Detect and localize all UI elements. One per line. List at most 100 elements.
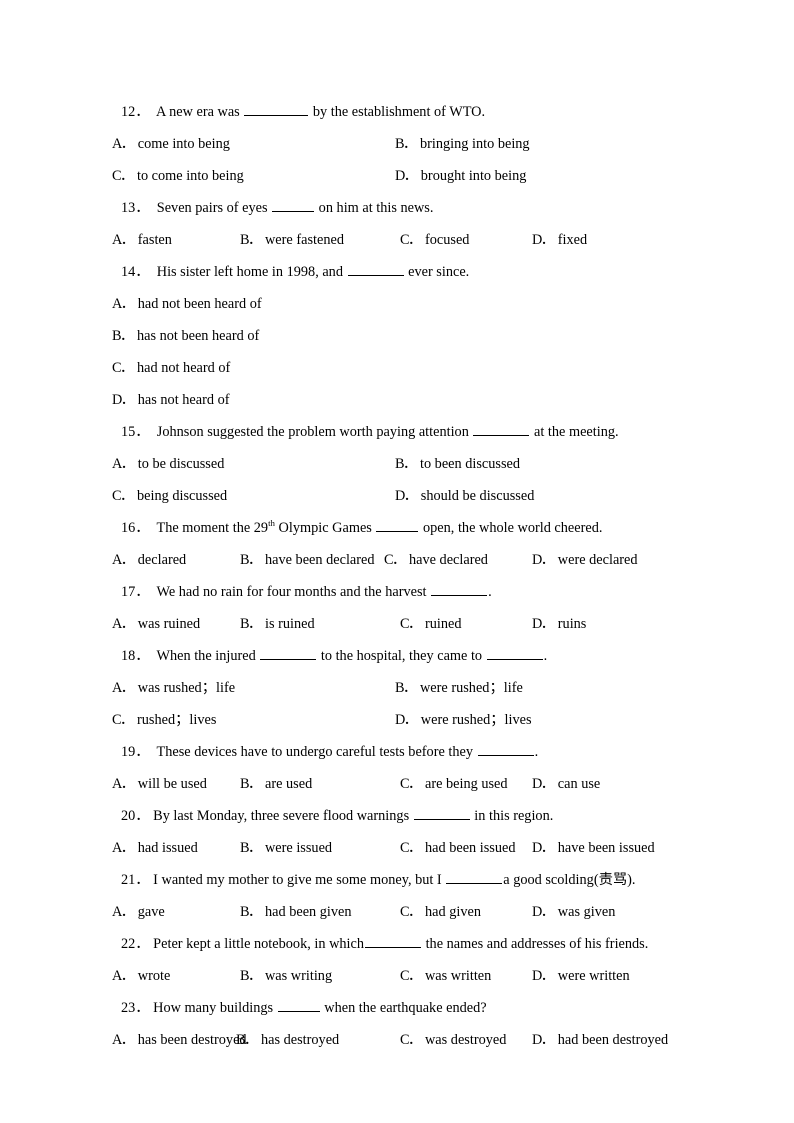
option-15-a[interactable]: A． to be discussed bbox=[112, 448, 224, 480]
option-label: has not been heard of bbox=[136, 328, 260, 344]
option-14-d[interactable]: D． has not heard of bbox=[112, 384, 230, 416]
option-19-a[interactable]: A． will be used bbox=[112, 768, 207, 800]
option-17-c[interactable]: C． ruined bbox=[400, 608, 462, 640]
option-18-c[interactable]: C． rushed；lives bbox=[112, 704, 216, 736]
option-13-d[interactable]: D． fixed bbox=[532, 224, 587, 256]
option-row-14-a: A． had not been heard of bbox=[112, 288, 692, 320]
question-stem-15: 15． Johnson suggested the problem worth … bbox=[112, 416, 692, 448]
option-label: bringing into being bbox=[419, 136, 530, 152]
option-12-b[interactable]: B． bringing into being bbox=[395, 128, 530, 160]
option-14-a[interactable]: A． had not been heard of bbox=[112, 288, 262, 320]
option-20-d[interactable]: D． have been issued bbox=[532, 832, 655, 864]
option-label: were declared bbox=[557, 552, 638, 568]
answer-blank[interactable] bbox=[365, 936, 422, 948]
option-19-c[interactable]: C． are being used bbox=[400, 768, 508, 800]
answer-blank-2[interactable] bbox=[486, 648, 543, 660]
option-label: should be discussed bbox=[420, 488, 535, 504]
answer-blank[interactable] bbox=[477, 744, 534, 756]
option-22-a[interactable]: A． wrote bbox=[112, 960, 170, 992]
option-13-c[interactable]: C． focused bbox=[400, 224, 469, 256]
question-number-23: 23． bbox=[121, 1000, 150, 1016]
option-16-d[interactable]: D． were declared bbox=[532, 544, 638, 576]
option-label: was destroyed bbox=[424, 1032, 507, 1048]
option-23-a[interactable]: A． has been destroyed bbox=[112, 1024, 247, 1056]
question-number-15: 15． bbox=[121, 424, 150, 440]
option-20-a[interactable]: A． had issued bbox=[112, 832, 198, 864]
question-text-16b: open, the whole world cheered. bbox=[419, 520, 603, 536]
option-row-16: A． declared B． have been declared C． hav… bbox=[112, 544, 692, 576]
option-17-d[interactable]: D． ruins bbox=[532, 608, 586, 640]
option-18-b[interactable]: B． were rushed；life bbox=[395, 672, 523, 704]
option-label: was given bbox=[557, 904, 616, 920]
option-label: had not heard of bbox=[136, 360, 231, 376]
option-label: ruined bbox=[424, 616, 462, 632]
option-15-d[interactable]: D． should be discussed bbox=[395, 480, 534, 512]
option-row-13: A． fasten B． were fastened C． focused D．… bbox=[112, 224, 692, 256]
option-20-c[interactable]: C． had been issued bbox=[400, 832, 516, 864]
question-stem-19: 19． These devices have to undergo carefu… bbox=[112, 736, 692, 768]
question-text-23a: How many buildings bbox=[153, 1000, 277, 1016]
question-text-16a: The moment the 29 bbox=[156, 520, 269, 536]
option-17-a[interactable]: A． was ruined bbox=[112, 608, 200, 640]
question-text-13b: on him at this news. bbox=[315, 200, 434, 216]
option-15-b[interactable]: B． to been discussed bbox=[395, 448, 520, 480]
option-label: wrote bbox=[137, 968, 171, 984]
option-18-d[interactable]: D． were rushed；lives bbox=[395, 704, 532, 736]
document-page: 12． A new era was by the establishment o… bbox=[0, 0, 794, 1123]
option-label: have declared bbox=[408, 552, 488, 568]
option-14-c[interactable]: C． had not heard of bbox=[112, 352, 230, 384]
option-21-c[interactable]: C． had given bbox=[400, 896, 481, 928]
question-number-17: 17． bbox=[121, 584, 150, 600]
option-23-c[interactable]: C． was destroyed bbox=[400, 1024, 506, 1056]
question-text-14a: His sister left home in 1998, and bbox=[156, 264, 347, 280]
option-20-b[interactable]: B． were issued bbox=[240, 832, 332, 864]
option-23-d[interactable]: D． had been destroyed bbox=[532, 1024, 668, 1056]
option-row-17: A． was ruined B． is ruined C． ruined D． … bbox=[112, 608, 692, 640]
option-16-a[interactable]: A． declared bbox=[112, 544, 186, 576]
answer-blank[interactable] bbox=[347, 264, 404, 276]
option-21-b[interactable]: B． had been given bbox=[240, 896, 352, 928]
option-22-d[interactable]: D． were written bbox=[532, 960, 630, 992]
option-label: being discussed bbox=[136, 488, 228, 504]
question-stem-16: 16． The moment the 29th Olympic Games op… bbox=[112, 512, 692, 544]
option-17-b[interactable]: B． is ruined bbox=[240, 608, 315, 640]
option-23-b[interactable]: B． has destroyed bbox=[236, 1024, 339, 1056]
option-row-12-cd: C． to come into being D． brought into be… bbox=[112, 160, 692, 192]
option-12-a[interactable]: A． come into being bbox=[112, 128, 230, 160]
option-12-d[interactable]: D． brought into being bbox=[395, 160, 526, 192]
question-text-21b: a good scolding(责骂). bbox=[503, 872, 636, 888]
option-16-b[interactable]: B． have been declared bbox=[240, 544, 375, 576]
answer-blank[interactable] bbox=[272, 200, 315, 212]
answer-blank[interactable] bbox=[376, 520, 419, 532]
option-13-b[interactable]: B． were fastened bbox=[240, 224, 344, 256]
question-text-18b: to the hospital, they came to bbox=[317, 648, 486, 664]
question-number-20: 20． bbox=[121, 808, 150, 824]
answer-blank[interactable] bbox=[260, 648, 317, 660]
question-text-17b: . bbox=[488, 584, 492, 600]
option-13-a[interactable]: A． fasten bbox=[112, 224, 172, 256]
answer-blank[interactable] bbox=[413, 808, 470, 820]
answer-blank[interactable] bbox=[446, 872, 503, 884]
answer-blank[interactable] bbox=[473, 424, 530, 436]
option-21-a[interactable]: A． gave bbox=[112, 896, 165, 928]
option-label: are used bbox=[264, 776, 313, 792]
option-18-a[interactable]: A． was rushed；life bbox=[112, 672, 235, 704]
option-label: had been given bbox=[264, 904, 352, 920]
option-19-b[interactable]: B． are used bbox=[240, 768, 312, 800]
answer-blank[interactable] bbox=[431, 584, 488, 596]
answer-blank[interactable] bbox=[244, 104, 309, 116]
option-19-d[interactable]: D． can use bbox=[532, 768, 600, 800]
option-14-b[interactable]: B． has not been heard of bbox=[112, 320, 259, 352]
question-number-22: 22． bbox=[121, 936, 150, 952]
option-21-d[interactable]: D． was given bbox=[532, 896, 615, 928]
option-16-c[interactable]: C． have declared bbox=[384, 544, 488, 576]
option-label: has been destroyed bbox=[137, 1032, 247, 1048]
question-text-17a: We had no rain for four months and the h… bbox=[156, 584, 431, 600]
option-22-c[interactable]: C． was written bbox=[400, 960, 491, 992]
option-22-b[interactable]: B． was writing bbox=[240, 960, 332, 992]
option-row-23: A． has been destroyed B． has destroyed C… bbox=[112, 1024, 692, 1056]
answer-blank[interactable] bbox=[277, 1000, 320, 1012]
question-number-14: 14． bbox=[121, 264, 150, 280]
option-12-c[interactable]: C． to come into being bbox=[112, 160, 244, 192]
option-15-c[interactable]: C． being discussed bbox=[112, 480, 227, 512]
